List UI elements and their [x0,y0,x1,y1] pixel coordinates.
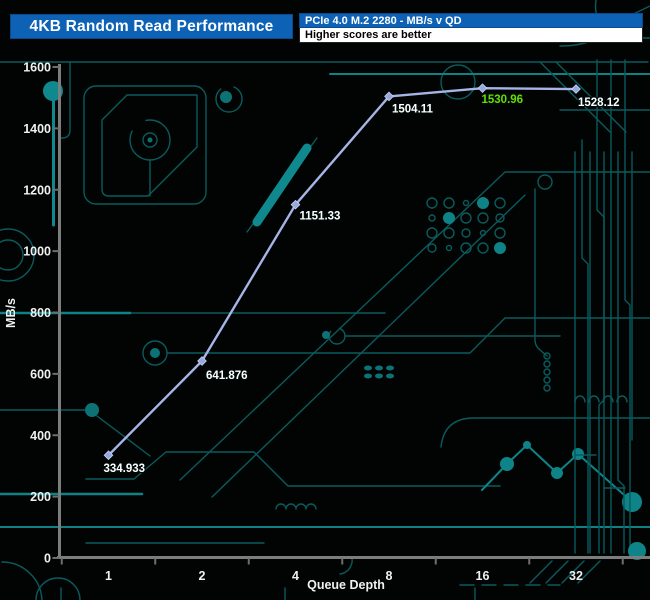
note-bar: Higher scores are better [299,28,643,43]
data-point-label: 1528.12 [578,97,620,109]
benchmark-chart: 0 200 400 600 800 1000 1200 1400 1600 1 2 4 8 16 32 334… [0,0,650,600]
y-tick-label: 0 [44,552,51,566]
chart-content: 0 200 400 600 800 1000 1200 1400 1600 1 2 4 8 16 32 334… [23,61,624,583]
data-point-label: 1151.33 [300,211,341,223]
y-tick-label: 1600 [23,61,51,75]
chart-title-bar: 4KB Random Read Performance [10,14,293,39]
y-tick-label: 200 [30,490,51,504]
y-tick-label: 600 [30,367,51,381]
x-tick-label: 2 [199,569,206,583]
y-tick-label: 1000 [23,245,51,259]
data-point-marker [477,83,488,94]
x-tick-label: 1 [105,569,112,583]
data-point-label: 334.933 [104,463,146,475]
x-axis-title: Queue Depth [307,578,385,592]
x-tick-label: 8 [386,569,393,583]
data-point-marker [571,84,581,94]
data-point-label: 1530.96 [482,94,524,106]
x-tick-label: 4 [292,569,299,583]
chart-subtitle-box: PCIe 4.0 M.2 2280 - MB/s v QD Higher sco… [299,13,643,43]
series-line [107,86,577,457]
y-axis-title: MB/s [4,298,18,328]
x-tick-label: 32 [569,569,583,583]
page-title: 4KB Random Read Performance [29,18,274,35]
subtitle-bar: PCIe 4.0 M.2 2280 - MB/s v QD [299,13,643,28]
y-tick-label: 400 [30,429,51,443]
y-tick-label: 1200 [23,183,51,197]
data-point-label: 641.876 [206,370,248,382]
data-point-label: 1504.11 [392,103,434,115]
chart-canvas: 0 200 400 600 800 1000 1200 1400 1600 1 2 4 8 16 32 334… [0,0,650,600]
y-tick-label: 800 [30,306,51,320]
x-tick-label: 16 [476,569,490,583]
y-tick-label: 1400 [23,122,51,136]
